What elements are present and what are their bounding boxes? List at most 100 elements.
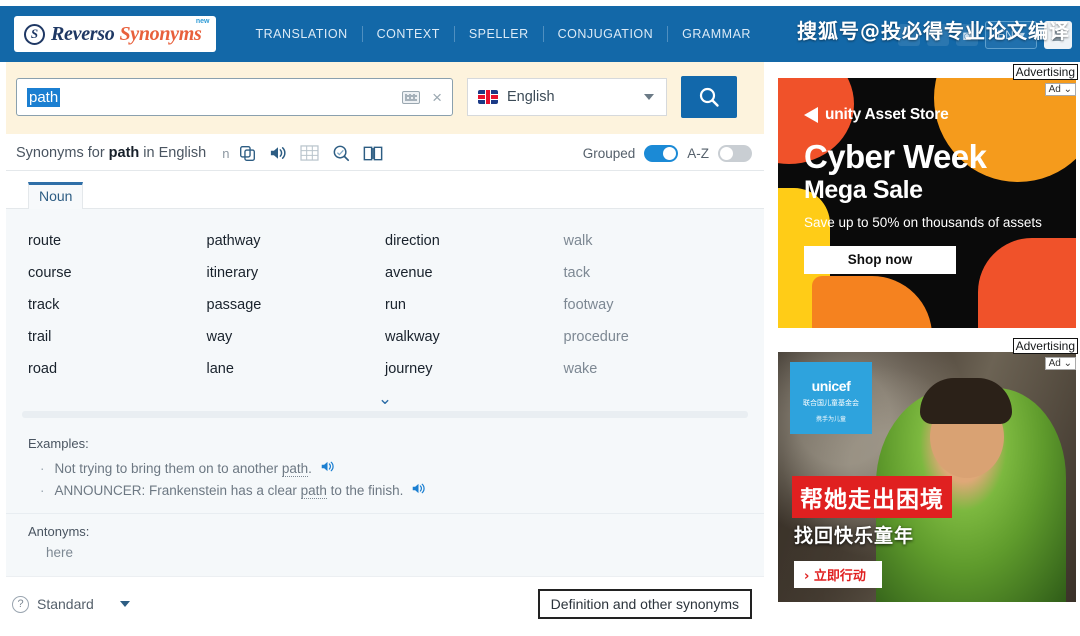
synonym-item[interactable]: way bbox=[207, 321, 386, 353]
example-text-before: Not trying to bring them on to another bbox=[54, 460, 282, 476]
ad-choices-label: Ad bbox=[1048, 84, 1061, 95]
synonym-item[interactable]: avenue bbox=[385, 257, 564, 289]
az-toggle-label: A-Z bbox=[687, 145, 709, 161]
unicef-ad-headline: 帮她走出困境 bbox=[792, 476, 952, 518]
results-title-suffix: in English bbox=[139, 145, 207, 161]
unity-ad-subhead: Mega Sale bbox=[804, 176, 923, 204]
synonym-item[interactable]: lane bbox=[207, 353, 386, 385]
synonym-item[interactable]: course bbox=[28, 257, 207, 289]
main-content: path × English Synonyms for path in Engl… bbox=[0, 62, 770, 636]
az-toggle[interactable] bbox=[718, 144, 752, 162]
grouped-toggle[interactable] bbox=[644, 144, 679, 162]
logo-brand-text: Reverso bbox=[51, 22, 115, 45]
search-band: path × English bbox=[6, 62, 764, 134]
ad-choices-button[interactable]: Ad ⌄ bbox=[1044, 83, 1076, 96]
search-icon bbox=[699, 87, 719, 107]
bullet-icon: · bbox=[40, 482, 45, 498]
synonym-item[interactable]: track bbox=[28, 289, 207, 321]
ad-label: Advertising bbox=[1012, 64, 1078, 80]
unity-brand-text: unity Asset Store bbox=[825, 106, 949, 123]
synonym-item[interactable]: walkway bbox=[385, 321, 564, 353]
example-text-after: to the finish. bbox=[326, 482, 404, 498]
synonym-item[interactable]: road bbox=[28, 353, 207, 385]
search-input[interactable]: path bbox=[27, 87, 61, 107]
grouped-toggle-label: Grouped bbox=[582, 145, 636, 161]
nav-link-speller[interactable]: SPELLER bbox=[455, 27, 543, 41]
antonyms-section: Antonyms: here bbox=[6, 513, 764, 576]
nav-link-context[interactable]: CONTEXT bbox=[363, 27, 454, 41]
example-text-after: . bbox=[308, 460, 312, 476]
synonym-item[interactable]: tack bbox=[564, 257, 743, 289]
synonym-item[interactable]: itinerary bbox=[207, 257, 386, 289]
nav-link-translation[interactable]: TRANSLATION bbox=[242, 27, 362, 41]
toggle-knob bbox=[720, 146, 733, 160]
synonym-item[interactable]: journey bbox=[385, 353, 564, 385]
bullet-icon: · bbox=[40, 460, 45, 476]
nav-link-grammar[interactable]: GRAMMAR bbox=[668, 27, 765, 41]
clear-search-icon[interactable]: × bbox=[432, 89, 442, 106]
synonym-item[interactable]: procedure bbox=[564, 321, 743, 353]
nav-links: TRANSLATION CONTEXT SPELLER CONJUGATION … bbox=[242, 26, 765, 42]
tab-noun[interactable]: Noun bbox=[28, 182, 84, 209]
virtual-keyboard-icon[interactable] bbox=[402, 90, 421, 104]
ad-label: Advertising bbox=[1012, 338, 1078, 354]
speaker-icon[interactable] bbox=[269, 145, 287, 161]
example-item: · ANNOUNCER: Frankenstein has a clear pa… bbox=[28, 479, 742, 501]
unicef-ad-cta-button[interactable]: › 立即行动 bbox=[794, 561, 882, 588]
unity-ad-body: Save up to 50% on thousands of assets bbox=[804, 215, 1042, 230]
unity-logo-icon bbox=[804, 107, 818, 123]
synonym-item[interactable]: trail bbox=[28, 321, 207, 353]
unicef-ad-creative[interactable]: unicef 联合国儿童基金会 携手为儿童 帮她走出困境 找回快乐童年 › 立即… bbox=[778, 352, 1076, 602]
logo-new-badge: new bbox=[195, 18, 210, 25]
ad-child-hair bbox=[920, 378, 1012, 424]
copy-icon[interactable] bbox=[239, 145, 256, 162]
example-highlight-word: path bbox=[281, 460, 309, 477]
results-title-prefix: Synonyms for bbox=[16, 145, 109, 161]
examples-section: Examples: · Not trying to bring them on … bbox=[6, 426, 764, 513]
dictionary-icon[interactable] bbox=[363, 145, 383, 162]
expand-synonyms-button[interactable]: ⌄ bbox=[6, 385, 764, 411]
reverso-s-icon: S bbox=[24, 23, 45, 45]
synonym-item[interactable]: route bbox=[28, 225, 207, 257]
synonym-item[interactable]: footway bbox=[564, 289, 743, 321]
unicef-logo: unicef 联合国儿童基金会 携手为儿童 bbox=[790, 362, 872, 434]
logo-product-text: Synonyms bbox=[119, 22, 202, 45]
ad-choices-button[interactable]: Ad ⌄ bbox=[1044, 357, 1076, 370]
ad-slot-unity[interactable]: Advertising Ad ⌄ unity Asset Store Cyber… bbox=[778, 64, 1078, 328]
mode-select-value[interactable]: Standard bbox=[37, 596, 94, 612]
results-tool-icons bbox=[239, 144, 383, 162]
synonym-item[interactable]: pathway bbox=[207, 225, 386, 257]
search-submit-button[interactable] bbox=[681, 76, 737, 118]
speaker-icon[interactable] bbox=[411, 482, 426, 498]
unity-brand-row: unity Asset Store bbox=[804, 106, 1076, 124]
examples-label: Examples: bbox=[28, 436, 89, 451]
grid-icon[interactable] bbox=[300, 145, 320, 161]
chevron-down-icon bbox=[644, 94, 654, 100]
search-in-page-icon[interactable] bbox=[332, 144, 350, 162]
nav-link-conjugation[interactable]: CONJUGATION bbox=[544, 27, 668, 41]
unity-ad-content: unity Asset Store Cyber Week Mega Sale S… bbox=[778, 78, 1076, 328]
results-title: Synonyms for path in English bbox=[16, 145, 206, 161]
language-select[interactable]: English bbox=[467, 78, 667, 116]
unity-ad-cta-button[interactable]: Shop now bbox=[804, 245, 956, 274]
chevron-down-icon[interactable] bbox=[119, 601, 130, 607]
toggle-knob bbox=[663, 146, 677, 160]
reverso-synonyms-page: S Reverso Synonyms new TRANSLATION CONTE… bbox=[0, 0, 1080, 636]
definition-button[interactable]: Definition and other synonyms bbox=[537, 589, 752, 619]
reverso-logo[interactable]: S Reverso Synonyms new bbox=[14, 16, 216, 52]
speaker-icon[interactable] bbox=[320, 460, 335, 476]
top-navigation-bar: S Reverso Synonyms new TRANSLATION CONTE… bbox=[0, 6, 1080, 62]
ad-slot-unicef[interactable]: Advertising Ad ⌄ unicef 联合国儿童基金会 携手为儿童 帮… bbox=[778, 338, 1078, 602]
synonym-item[interactable]: walk bbox=[564, 225, 743, 257]
help-icon[interactable]: ? bbox=[12, 595, 29, 613]
synonym-item[interactable]: passage bbox=[207, 289, 386, 321]
synonym-item[interactable]: run bbox=[385, 289, 564, 321]
language-select-value: English bbox=[507, 89, 555, 105]
search-input-wrapper[interactable]: path × bbox=[16, 78, 453, 116]
unity-ad-creative[interactable]: unity Asset Store Cyber Week Mega Sale S… bbox=[778, 78, 1076, 328]
synonym-item[interactable]: direction bbox=[385, 225, 564, 257]
example-text-before: ANNOUNCER: Frankenstein has a clear bbox=[54, 482, 301, 498]
synonym-item[interactable]: wake bbox=[564, 353, 743, 385]
antonym-item[interactable]: here bbox=[28, 545, 742, 560]
part-of-speech-tabs: Noun bbox=[6, 181, 764, 209]
